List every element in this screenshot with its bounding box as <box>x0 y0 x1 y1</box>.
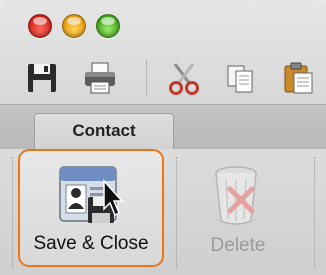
save-close-label: Save & Close <box>33 233 149 254</box>
trash-icon <box>208 163 264 227</box>
ribbon-divider <box>314 157 315 269</box>
cut-icon[interactable] <box>166 60 202 96</box>
toolbar-separator <box>146 60 147 96</box>
zoom-window-button[interactable] <box>96 14 120 38</box>
delete-label: Delete <box>210 235 266 256</box>
ribbon-panel: Save & Close Delete <box>0 149 326 275</box>
toolbar <box>0 52 326 104</box>
ribbon-divider <box>176 157 177 269</box>
app-window: Contact Save & Close Delete <box>0 0 326 275</box>
minimize-window-button[interactable] <box>62 14 86 38</box>
copy-icon[interactable] <box>222 60 258 96</box>
print-icon[interactable] <box>82 60 118 96</box>
ribbon-tab-strip: Contact <box>0 104 326 150</box>
title-bar <box>0 0 326 48</box>
ribbon-divider <box>12 157 13 269</box>
paste-icon[interactable] <box>280 60 316 96</box>
close-window-button[interactable] <box>28 14 52 38</box>
save-close-icon <box>58 163 128 227</box>
save-and-close-button[interactable]: Save & Close <box>18 149 164 267</box>
tab-contact[interactable]: Contact <box>34 113 174 149</box>
delete-button[interactable]: Delete <box>186 149 290 267</box>
save-icon[interactable] <box>24 60 60 96</box>
